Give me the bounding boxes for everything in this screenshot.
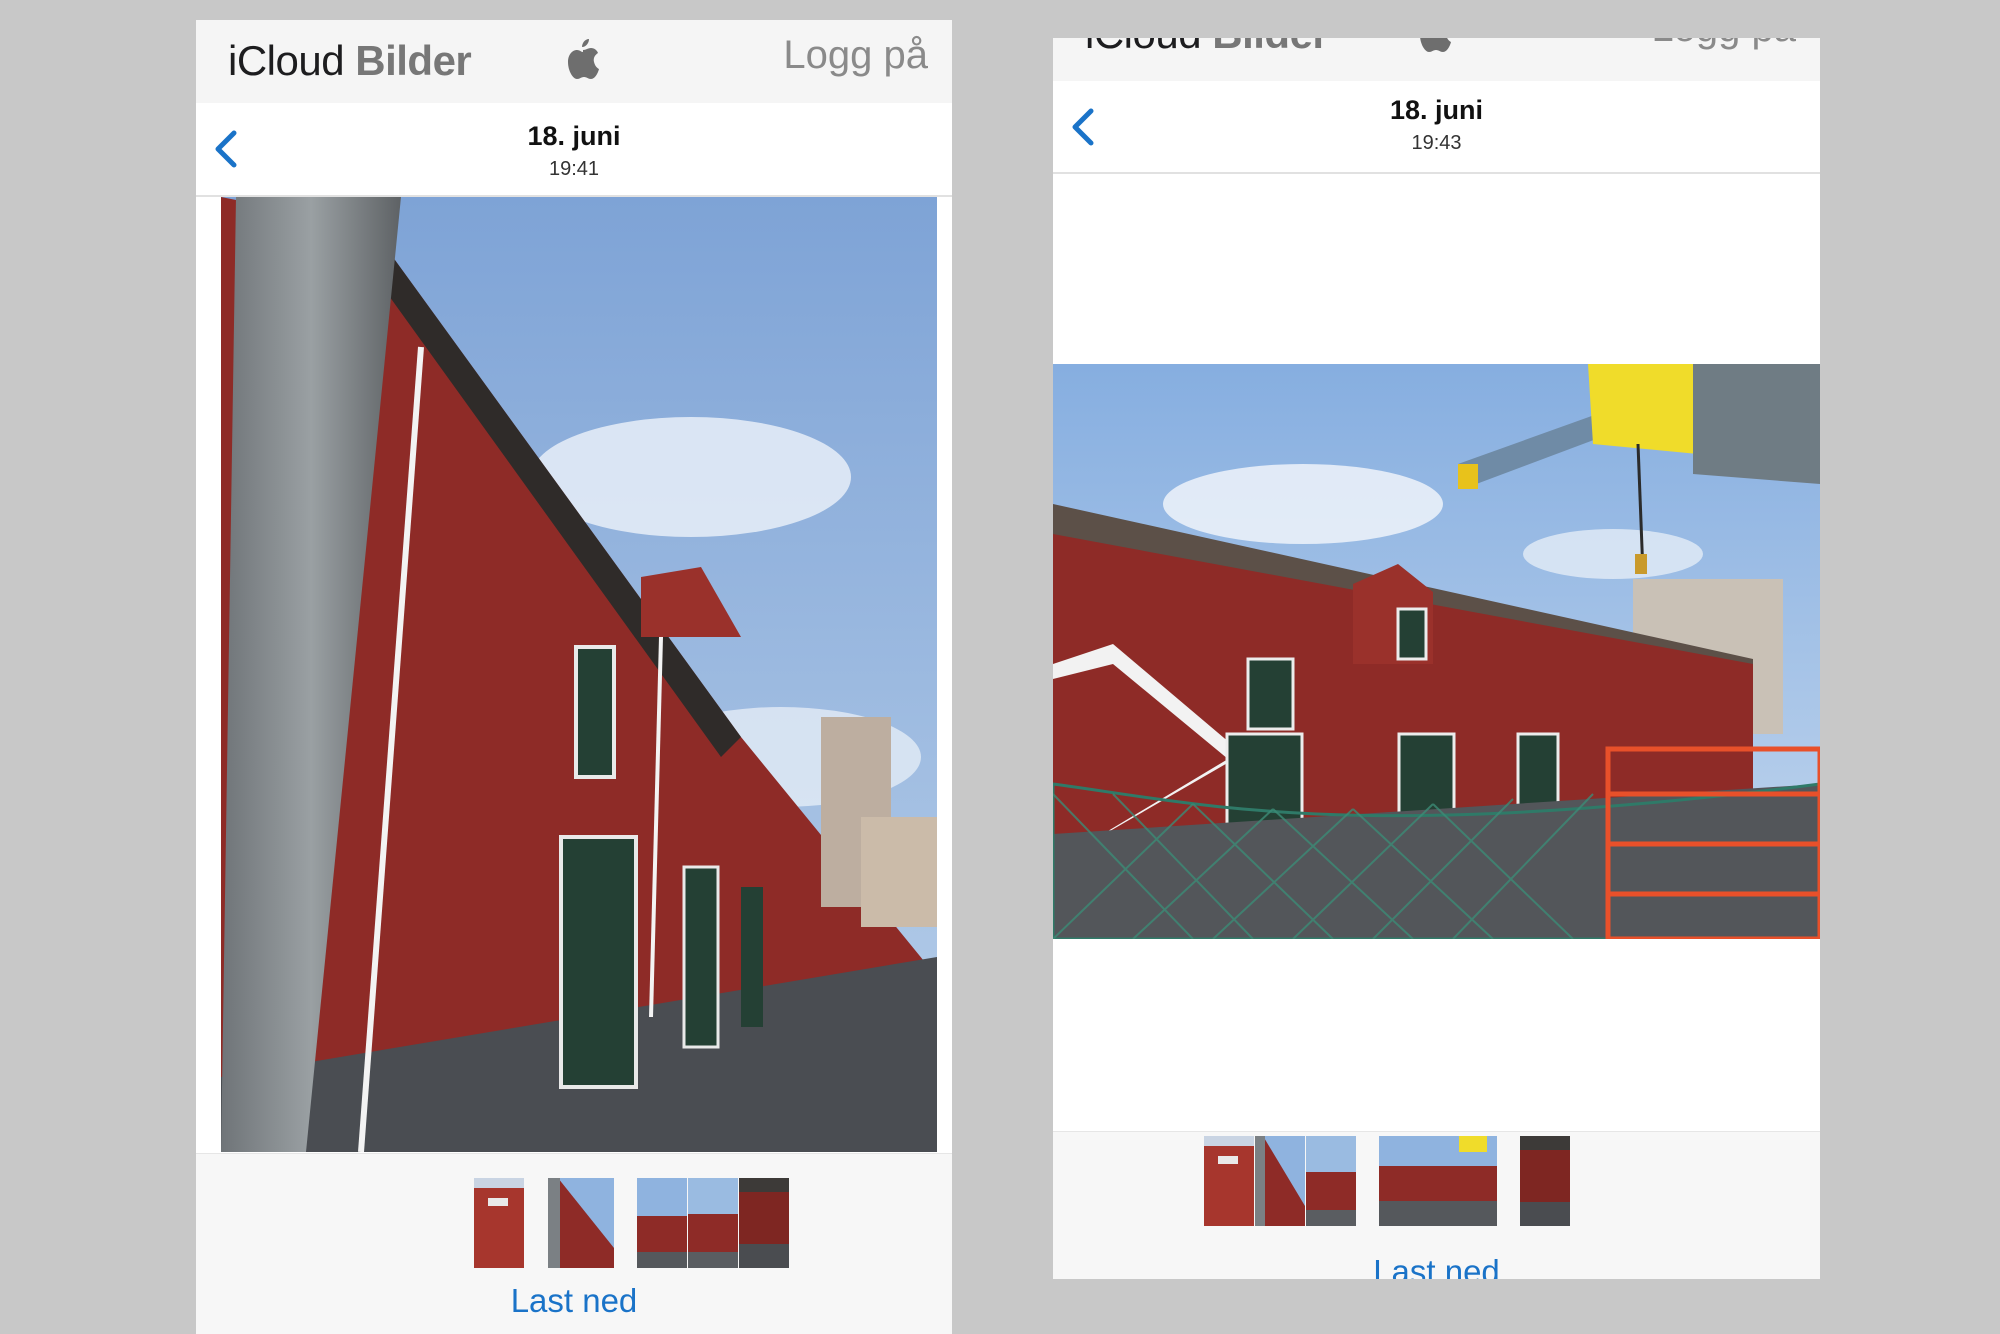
filmstrip-thumbnail[interactable] xyxy=(1306,1136,1356,1226)
download-link[interactable]: Last ned xyxy=(196,1282,952,1320)
filmstrip-thumbnail[interactable] xyxy=(637,1178,687,1268)
brand-title: iCloud Bilder xyxy=(228,37,472,85)
filmstrip-thumbnail[interactable] xyxy=(1379,1136,1497,1226)
filmstrip-thumbnail[interactable] xyxy=(739,1178,789,1268)
photo-nav-bar: 18. juni 19:43 xyxy=(1053,81,1820,174)
download-link[interactable]: Last ned xyxy=(1053,1253,1820,1279)
brand-icloud: iCloud xyxy=(1085,38,1202,57)
brand-bilder: Bilder xyxy=(1212,38,1329,57)
top-bar: iCloud Bilder Logg på xyxy=(1053,38,1820,81)
brand-icloud: iCloud xyxy=(228,37,345,84)
right-screen: iCloud Bilder Logg på 18. juni 19:43 xyxy=(1053,38,1820,1279)
photo-viewer xyxy=(1053,174,1820,1130)
photo-time: 19:41 xyxy=(548,158,600,180)
filmstrip-thumbnail[interactable] xyxy=(1255,1136,1305,1226)
photo-image[interactable] xyxy=(1053,364,1820,939)
brand-title: iCloud Bilder xyxy=(1085,38,1329,58)
photo-image[interactable] xyxy=(221,197,937,1152)
photo-time: 19:43 xyxy=(1411,132,1462,154)
filmstrip-thumbnail[interactable] xyxy=(548,1178,614,1268)
photo-date: 18. juni xyxy=(1389,95,1484,125)
left-screen: iCloud Bilder Logg på 18. juni 19:41 Las… xyxy=(196,20,952,1334)
login-link[interactable]: Logg på xyxy=(1651,38,1796,51)
filmstrip-thumbnail[interactable] xyxy=(688,1178,738,1268)
apple-icon xyxy=(568,39,599,79)
photo-nav-bar: 18. juni 19:41 xyxy=(196,103,952,197)
filmstrip-thumbnail[interactable] xyxy=(1520,1136,1570,1226)
apple-icon xyxy=(1420,38,1451,52)
filmstrip-thumbnail[interactable] xyxy=(1204,1136,1254,1226)
photo-date: 18. juni xyxy=(527,121,621,151)
login-link[interactable]: Logg på xyxy=(783,33,928,78)
filmstrip-thumbnail[interactable] xyxy=(474,1178,524,1268)
photo-viewer xyxy=(196,197,952,1153)
top-bar: iCloud Bilder Logg på xyxy=(196,20,952,103)
brand-bilder: Bilder xyxy=(355,37,472,84)
